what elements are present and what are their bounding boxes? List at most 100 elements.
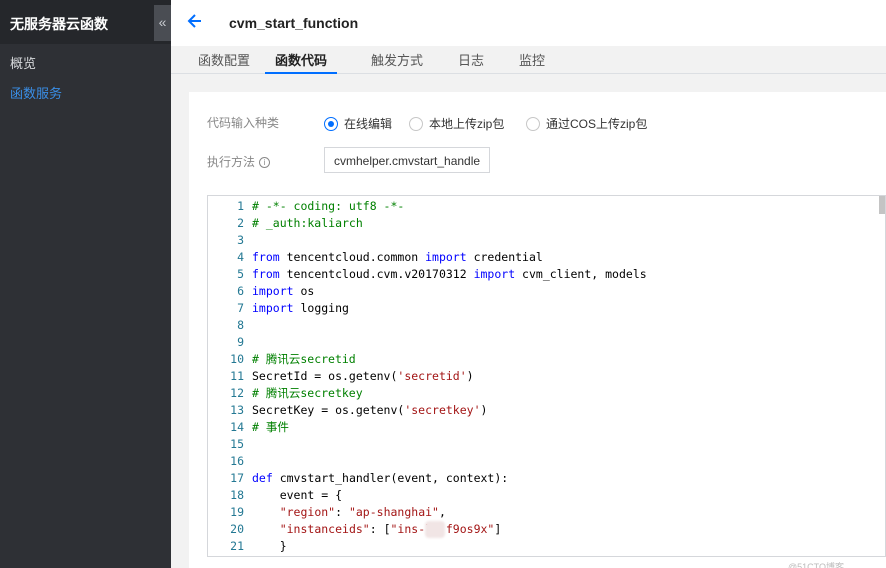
- line-number: 10: [230, 352, 244, 366]
- code-token: }: [252, 539, 287, 553]
- sidebar-header: 无服务器云函数: [0, 0, 171, 44]
- code-line[interactable]: SecretId = os.getenv('secretid'): [252, 368, 474, 385]
- code-line[interactable]: SecretKey = os.getenv('secretkey'): [252, 402, 487, 419]
- handler-label-row: 执行方法 i: [207, 153, 271, 170]
- code-line[interactable]: # 事件: [252, 419, 289, 436]
- code-line[interactable]: # _auth:kaliarch: [252, 215, 363, 232]
- tab-bar: 函数配置 函数代码 触发方式 日志 监控: [171, 46, 886, 74]
- line-number: 9: [237, 335, 244, 349]
- radio-local-zip[interactable]: 本地上传zip包: [409, 115, 504, 132]
- code-line[interactable]: import logging: [252, 300, 349, 317]
- code-line[interactable]: def cmvstart_handler(event, context):: [252, 470, 508, 487]
- code-token: tencentcloud.common: [279, 250, 426, 264]
- code-token: tencentcloud.cvm.v20170312: [279, 267, 474, 281]
- code-token: "region": [279, 505, 336, 519]
- code-token: event = {: [252, 488, 343, 502]
- line-number: 3: [237, 233, 244, 247]
- tab-function-config[interactable]: 函数配置: [198, 50, 250, 74]
- line-number: 7: [237, 301, 244, 315]
- code-token: from: [252, 250, 280, 264]
- sidebar-item-overview[interactable]: 概览: [10, 53, 36, 72]
- code-line[interactable]: "instanceids": ["ins-l f9os9x"]: [252, 521, 502, 538]
- code-token: 'secretkey': [404, 403, 481, 417]
- code-token: # 腾讯云secretkey: [252, 386, 363, 400]
- code-token: credential: [466, 250, 543, 264]
- watermark: @51CTO博客: [788, 562, 844, 568]
- code-token: 'secretid': [397, 369, 467, 383]
- code-token: :: [335, 505, 349, 519]
- back-arrow-icon[interactable]: [187, 10, 203, 32]
- code-token: ): [480, 403, 488, 417]
- code-line[interactable]: # 腾讯云secretid: [252, 351, 356, 368]
- handler-input[interactable]: cvmhelper.cmvstart_handle: [324, 147, 490, 173]
- collapse-sidebar-icon[interactable]: «: [154, 5, 171, 41]
- code-line[interactable]: from tencentcloud.cvm.v20170312 import c…: [252, 266, 647, 283]
- function-name: cvm_start_function: [229, 15, 359, 31]
- line-number: 20: [230, 522, 244, 536]
- line-number: 19: [230, 505, 244, 519]
- code-token: def: [252, 471, 273, 485]
- code-token: import: [252, 284, 294, 298]
- tab-monitoring[interactable]: 监控: [519, 50, 545, 74]
- line-number: 8: [237, 318, 244, 332]
- code-token: "instanceids": [279, 522, 370, 536]
- code-line[interactable]: from tencentcloud.common import credenti…: [252, 249, 543, 266]
- code-line[interactable]: import os: [252, 283, 314, 300]
- line-number: 21: [230, 539, 244, 553]
- line-number: 1: [237, 199, 244, 213]
- code-token: os: [293, 284, 315, 298]
- line-number: 12: [230, 386, 244, 400]
- code-token: ): [466, 369, 474, 383]
- radio-unchecked-icon[interactable]: [409, 116, 423, 131]
- code-line[interactable]: # 腾讯云secretkey: [252, 385, 363, 402]
- line-number: 4: [237, 250, 244, 264]
- radio-checked-icon[interactable]: [324, 116, 338, 131]
- code-line[interactable]: event = {: [252, 487, 342, 504]
- line-number: 16: [230, 454, 244, 468]
- code-token: cmvstart_handler(event, context):: [272, 471, 509, 485]
- code-token: ,: [438, 505, 446, 519]
- radio-unchecked-icon[interactable]: [526, 116, 540, 131]
- radio-label: 通过COS上传zip包: [546, 117, 648, 131]
- code-token: "ap-shanghai": [348, 505, 439, 519]
- radio-label: 本地上传zip包: [429, 117, 505, 131]
- code-line[interactable]: "region": "ap-shanghai",: [252, 504, 446, 521]
- line-number: 2: [237, 216, 244, 230]
- code-input-type-label: 代码输入种类: [207, 116, 280, 130]
- code-editor[interactable]: 1 # -*- coding: utf8 -*- 2 # _auth:kaliarch…: [207, 195, 886, 557]
- line-number: 11: [230, 369, 244, 383]
- code-token: logging: [293, 301, 349, 315]
- editor-scrollbar[interactable]: [879, 196, 885, 214]
- radio-label: 在线编辑: [344, 117, 393, 131]
- code-token: from: [252, 267, 280, 281]
- line-number: 5: [237, 267, 244, 281]
- code-token: ]: [494, 522, 502, 536]
- top-bar: cvm_start_function: [171, 0, 886, 46]
- info-icon[interactable]: i: [259, 157, 271, 168]
- tab-function-code[interactable]: 函数代码: [265, 50, 338, 74]
- code-token: import: [473, 267, 516, 281]
- radio-cos-zip[interactable]: 通过COS上传zip包: [526, 115, 647, 132]
- sidebar-item-function-service[interactable]: 函数服务: [10, 83, 62, 102]
- code-token: SecretKey = os.getenv(: [252, 403, 405, 417]
- line-number: 15: [230, 437, 244, 451]
- code-token: import: [425, 250, 467, 264]
- app-title: 无服务器云函数: [10, 16, 108, 32]
- line-number: 13: [230, 403, 244, 417]
- code-token: import: [252, 301, 294, 315]
- handler-label: 执行方法: [207, 155, 256, 169]
- code-token: # _auth:kaliarch: [252, 216, 363, 230]
- line-number: 14: [230, 420, 244, 434]
- sidebar: 无服务器云函数 « 概览 函数服务: [0, 0, 171, 568]
- code-token: cvm_client, models: [515, 267, 647, 281]
- radio-online-edit[interactable]: 在线编辑: [324, 115, 392, 132]
- tab-triggers[interactable]: 触发方式: [371, 50, 423, 74]
- code-token: : [: [369, 522, 391, 536]
- code-line[interactable]: # -*- coding: utf8 -*-: [252, 198, 404, 215]
- line-number: 17: [230, 471, 244, 485]
- code-token: SecretId = os.getenv(: [252, 369, 398, 383]
- tab-logs[interactable]: 日志: [458, 50, 484, 74]
- code-token: # -*- coding: utf8 -*-: [252, 199, 405, 213]
- code-line[interactable]: }: [252, 538, 287, 555]
